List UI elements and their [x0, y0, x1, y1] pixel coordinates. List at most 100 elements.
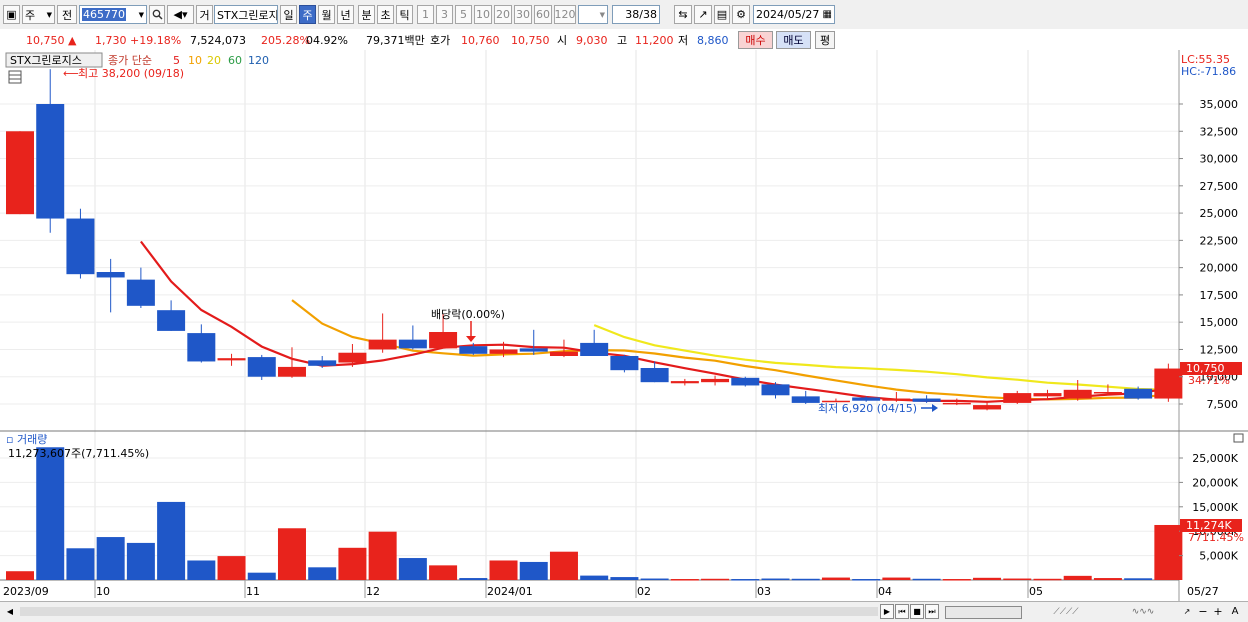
- volume-bar: [398, 558, 427, 580]
- scroll-track[interactable]: [20, 607, 878, 616]
- date-input[interactable]: 2024/05/27 ▦: [753, 5, 835, 24]
- volume-tick-label: 25,000K: [1192, 452, 1238, 465]
- price-tick-label: 32,500: [1200, 125, 1239, 138]
- tab-period-minute[interactable]: 분: [358, 5, 375, 24]
- multiplier-120[interactable]: 120: [554, 5, 576, 24]
- rewind-icon[interactable]: ⏮: [895, 604, 909, 619]
- volume-bar: [489, 560, 518, 580]
- legend-stock-name: STX그린로지스: [10, 54, 82, 67]
- volume-bar: [96, 537, 125, 580]
- zoom-out-icon[interactable]: −: [1196, 604, 1210, 619]
- close-panel-icon[interactable]: [1233, 433, 1244, 443]
- candle-body: [308, 360, 337, 366]
- high-marker-arrow: ⟵: [63, 67, 79, 80]
- candle-body: [157, 310, 186, 331]
- drawing-tools-icon[interactable]: ⟋⟋⟋⟋: [1027, 604, 1105, 619]
- period-unit-select[interactable]: 주 ▼: [22, 5, 55, 24]
- legend-ma10: 10: [188, 54, 202, 67]
- zoom-slider[interactable]: [945, 606, 1022, 619]
- candle-body: [852, 397, 881, 401]
- save-icon[interactable]: ▤: [714, 5, 730, 24]
- candle-body: [126, 279, 155, 306]
- custom-multiplier-select[interactable]: ▼: [578, 5, 608, 24]
- font-size-icon[interactable]: A: [1228, 604, 1242, 619]
- low-marker-label: 최저 6,920 (04/15): [818, 402, 917, 415]
- buy-button[interactable]: 매수: [738, 31, 773, 49]
- tab-period-second[interactable]: 초: [377, 5, 394, 24]
- current-price: 10,750 ▲: [26, 32, 76, 48]
- compress-icon[interactable]: ⇆: [674, 5, 692, 24]
- price-tick-label: 20,000: [1200, 262, 1239, 275]
- volume-bar: [610, 577, 639, 580]
- legend-ma60: 60: [228, 54, 242, 67]
- multiplier-1[interactable]: 1: [417, 5, 434, 24]
- last-price-pct: 34.71%: [1188, 374, 1230, 387]
- draw-tool-icon[interactable]: ↗: [694, 5, 712, 24]
- bottom-scrollbar[interactable]: ◀ ▶ ⏮ ■ ⏭ ⟋⟋⟋⟋ ∿∿∿ ↗ − + A: [0, 601, 1248, 622]
- volume-bar: [126, 542, 155, 580]
- candle-body: [6, 131, 34, 215]
- geo-button[interactable]: 거: [196, 5, 213, 24]
- ask-price: 10,750: [511, 33, 550, 47]
- volume-bar: [670, 579, 699, 581]
- candle-body: [761, 384, 790, 396]
- stock-code-input[interactable]: 465770 ▼: [79, 5, 147, 24]
- tab-period-week[interactable]: 주: [299, 5, 316, 24]
- volume-bar: [1063, 575, 1092, 580]
- price-change: 1,730: [95, 33, 127, 47]
- last-volume-pct: 7711.45%: [1188, 531, 1244, 544]
- volume-bar: [338, 547, 367, 580]
- sell-button[interactable]: 매도: [776, 31, 811, 49]
- table-toggle-icon[interactable]: [8, 70, 22, 84]
- multiplier-60[interactable]: 60: [534, 5, 552, 24]
- window-menu-icon[interactable]: ▣: [3, 5, 20, 24]
- candle-body: [1003, 393, 1032, 403]
- gear-icon[interactable]: ⚙: [732, 5, 750, 24]
- multiplier-3[interactable]: 3: [436, 5, 453, 24]
- volume-bar: [912, 578, 941, 581]
- eval-button[interactable]: 평: [815, 31, 835, 49]
- stock-chart[interactable]: 35,000 32,500 30,000 27,500 25,000 22,500 20,0…: [0, 50, 1248, 601]
- volume-bar: [701, 578, 730, 581]
- pointer-icon[interactable]: ↗: [1180, 604, 1194, 619]
- zoom-in-icon[interactable]: +: [1211, 604, 1225, 619]
- volume-bar: [187, 560, 216, 580]
- tab-period-day[interactable]: 일: [280, 5, 297, 24]
- volume-bar: [821, 577, 850, 580]
- tab-period-tick[interactable]: 틱: [396, 5, 413, 24]
- time-tick-label: 03: [757, 585, 771, 598]
- candle-body: [459, 346, 488, 354]
- search-icon[interactable]: [149, 5, 165, 24]
- multiplier-30[interactable]: 30: [514, 5, 532, 24]
- stop-icon[interactable]: ■: [910, 604, 924, 619]
- scroll-right-icon[interactable]: ▶: [880, 604, 894, 619]
- multiplier-20[interactable]: 20: [494, 5, 512, 24]
- forward-icon[interactable]: ⏭: [925, 604, 939, 619]
- price-tick-label: 12,500: [1200, 343, 1239, 356]
- tab-period-month[interactable]: 월: [318, 5, 335, 24]
- open-label: 시: [557, 34, 568, 47]
- chevron-down-icon: ▼: [599, 10, 605, 19]
- multiplier-10[interactable]: 10: [474, 5, 492, 24]
- volume-panel-info: 11,273,607주(7,711.45%): [8, 447, 149, 460]
- chevron-down-icon[interactable]: ▼: [139, 11, 144, 19]
- tab-period-year[interactable]: 년: [337, 5, 354, 24]
- volume-bar: [217, 556, 246, 580]
- line-style-icon[interactable]: ∿∿∿: [1108, 604, 1178, 619]
- volume-bar: [308, 567, 337, 580]
- volume-ratio: 205.28%: [261, 33, 310, 47]
- volume-bar: [429, 565, 458, 580]
- candle-body: [701, 378, 730, 383]
- volume-bar: [459, 578, 488, 580]
- multiplier-5[interactable]: 5: [455, 5, 472, 24]
- candle-body: [580, 342, 609, 356]
- calendar-icon[interactable]: ▦: [823, 9, 832, 20]
- low-label: 저: [678, 34, 689, 47]
- prev-button[interactable]: 전: [57, 5, 77, 24]
- volume-bar: [761, 578, 790, 581]
- chart-area[interactable]: 35,000 32,500 30,000 27,500 25,000 22,500 20,0…: [0, 50, 1248, 601]
- volume-bar: [852, 579, 881, 581]
- candle-body: [549, 351, 578, 356]
- scroll-left-icon[interactable]: ◀: [3, 604, 17, 619]
- speaker-icon[interactable]: ◀▾: [167, 5, 194, 24]
